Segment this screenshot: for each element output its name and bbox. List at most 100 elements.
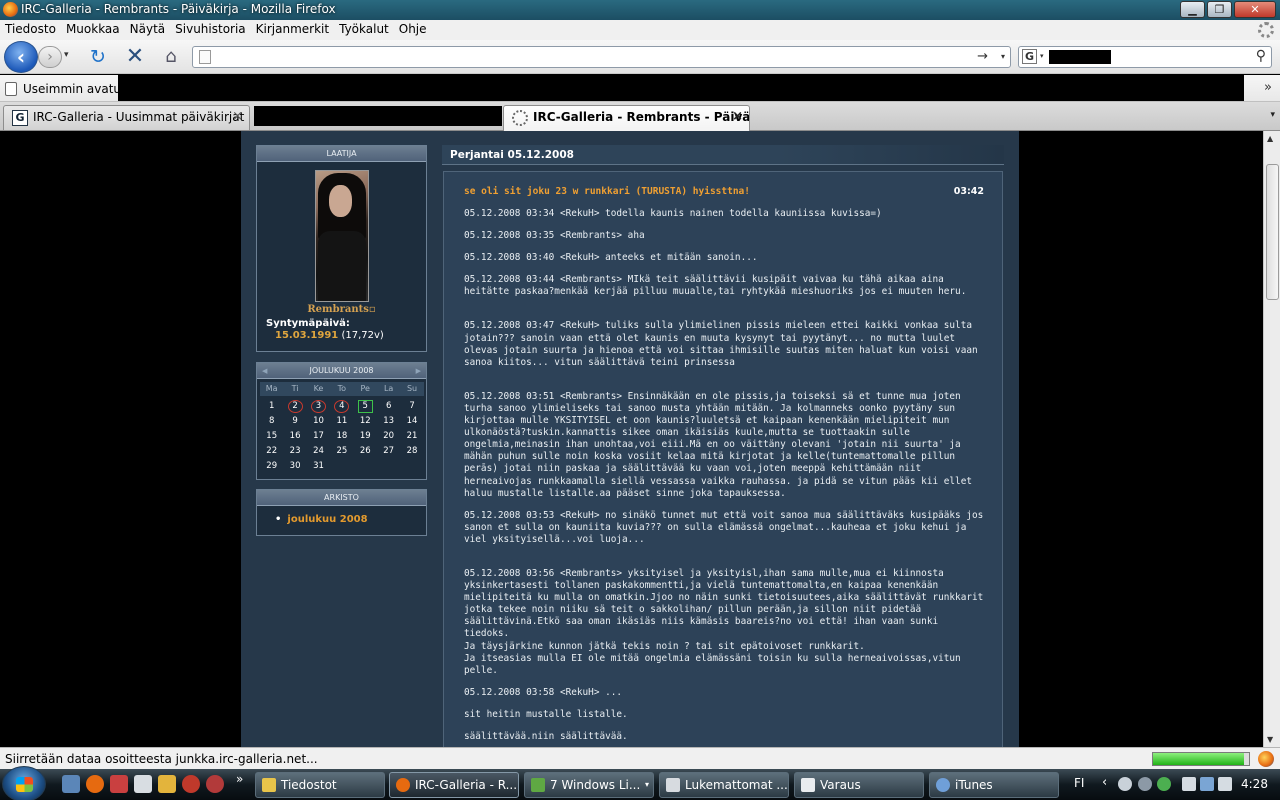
calendar-day[interactable]: 3 xyxy=(307,399,330,414)
calendar-day[interactable]: 21 xyxy=(400,429,423,444)
app-quicklaunch-icon[interactable] xyxy=(110,775,128,793)
taskbar-item-windows-live[interactable]: 7 Windows Li... ▾ xyxy=(524,772,654,798)
calendar-day[interactable]: 24 xyxy=(307,444,330,459)
calendar-day[interactable]: 17 xyxy=(307,429,330,444)
birthday-label: Syntymäpäivä: xyxy=(266,318,350,329)
stop-icon[interactable]: ✕ xyxy=(123,45,147,69)
calendar-day[interactable]: 19 xyxy=(354,429,377,444)
volume-icon[interactable] xyxy=(1218,777,1232,791)
go-arrow-icon[interactable]: → xyxy=(977,49,988,64)
bookmark-most-visited[interactable]: Useimmin avatut xyxy=(23,82,126,96)
vertical-scrollbar[interactable]: ▲ ▼ xyxy=(1263,131,1280,747)
calendar-day[interactable]: 9 xyxy=(283,414,306,429)
home-icon[interactable]: ⌂ xyxy=(159,45,183,69)
start-button[interactable] xyxy=(2,766,46,800)
tray-app-icon[interactable] xyxy=(1118,777,1132,791)
back-button[interactable]: ‹ xyxy=(4,41,38,73)
quicklaunch-overflow-icon[interactable]: » xyxy=(236,772,243,786)
url-bar[interactable]: → ▾ xyxy=(192,46,1011,68)
close-window-button[interactable]: ✕ xyxy=(1234,1,1276,18)
power-icon[interactable] xyxy=(1182,777,1196,791)
tool-quicklaunch-icon[interactable] xyxy=(158,775,176,793)
menu-edit[interactable]: Muokkaa xyxy=(61,20,125,36)
firefox-status-icon[interactable] xyxy=(1258,751,1274,767)
calendar-day[interactable]: 6 xyxy=(377,399,400,414)
show-hidden-icons-icon[interactable]: ‹ xyxy=(1102,775,1107,790)
minimize-button[interactable]: ▁ xyxy=(1180,1,1205,18)
scroll-up-icon[interactable]: ▲ xyxy=(1267,134,1273,143)
calendar-day[interactable]: 23 xyxy=(283,444,306,459)
firefox-quicklaunch-icon[interactable] xyxy=(86,775,104,793)
calendar-day[interactable]: 4 xyxy=(330,399,353,414)
calendar-day[interactable]: 22 xyxy=(260,444,283,459)
tab-rembrants-paivakirja[interactable]: IRC-Galleria - Rembrants - Päiväk... × xyxy=(503,105,750,131)
network-icon[interactable] xyxy=(1200,777,1214,791)
menu-view[interactable]: Näytä xyxy=(125,20,171,36)
firefox-icon[interactable] xyxy=(3,2,18,17)
calendar-day[interactable]: 18 xyxy=(330,429,353,444)
tab-list-icon[interactable]: ▾ xyxy=(1270,110,1275,120)
search-engine-dropdown-icon[interactable]: ▾ xyxy=(1040,52,1044,60)
bookmarks-overflow-icon[interactable]: » xyxy=(1264,80,1272,95)
show-desktop-icon[interactable] xyxy=(62,775,80,793)
calendar-day[interactable]: 26 xyxy=(354,444,377,459)
calendar-day[interactable]: 16 xyxy=(283,429,306,444)
archive-link[interactable]: joulukuu 2008 xyxy=(275,514,367,525)
calendar-day[interactable]: 10 xyxy=(307,414,330,429)
next-month-icon[interactable]: ▶ xyxy=(416,363,421,379)
menu-file[interactable]: Tiedosto xyxy=(0,20,61,36)
calendar-day[interactable]: 13 xyxy=(377,414,400,429)
username-link[interactable]: Rembrants▫ xyxy=(257,304,426,315)
clock[interactable]: 4:28 xyxy=(1241,777,1268,791)
calendar-day[interactable]: 27 xyxy=(377,444,400,459)
calendar-day[interactable]: 5 xyxy=(354,399,377,414)
calendar-day[interactable]: 15 xyxy=(260,429,283,444)
taskbar-item-firefox[interactable]: IRC-Galleria - R... xyxy=(389,772,519,798)
calendar-day[interactable]: 29 xyxy=(260,459,283,474)
messenger-tray-icon[interactable] xyxy=(1157,777,1171,791)
redacted-tab[interactable] xyxy=(254,106,502,126)
calendar-day[interactable]: 11 xyxy=(330,414,353,429)
calendar-day[interactable]: 25 xyxy=(330,444,353,459)
calendar-day[interactable]: 28 xyxy=(400,444,423,459)
search-bar[interactable]: G ▾ ⚲ xyxy=(1018,46,1272,68)
calendar-day[interactable]: 2 xyxy=(283,399,306,414)
calendar-day[interactable]: 7 xyxy=(400,399,423,414)
calendar-day[interactable]: 1 xyxy=(260,399,283,414)
taskbar-item-itunes[interactable]: iTunes xyxy=(929,772,1059,798)
mail-quicklaunch-icon[interactable] xyxy=(134,775,152,793)
menu-history[interactable]: Sivuhistoria xyxy=(170,20,251,36)
menu-bookmarks[interactable]: Kirjanmerkit xyxy=(251,20,334,36)
google-icon[interactable]: G xyxy=(1022,49,1037,64)
messenger-icon xyxy=(531,778,545,792)
taskbar-item-tiedostot[interactable]: Tiedostot xyxy=(255,772,385,798)
scrollbar-thumb[interactable] xyxy=(1266,164,1279,300)
search-icon[interactable]: ⚲ xyxy=(1256,48,1266,64)
calendar-day[interactable]: 31 xyxy=(307,459,330,474)
url-dropdown-icon[interactable]: ▾ xyxy=(1001,52,1005,61)
tab-uusimmat-paivakirjat[interactable]: G IRC-Galleria - Uusimmat päiväkirjat × xyxy=(3,105,250,130)
taskbar-item-varaus[interactable]: Varaus xyxy=(794,772,924,798)
history-dropdown-icon[interactable]: ▾ xyxy=(64,50,69,60)
maximize-button[interactable]: ❐ xyxy=(1207,1,1232,18)
tab-close-icon[interactable]: × xyxy=(232,109,243,124)
tab-close-icon[interactable]: × xyxy=(732,109,743,124)
group-dropdown-icon[interactable]: ▾ xyxy=(645,780,649,789)
opera-quicklaunch-icon[interactable] xyxy=(206,775,224,793)
media-quicklaunch-icon[interactable] xyxy=(182,775,200,793)
reload-icon[interactable]: ↻ xyxy=(86,45,110,69)
forward-button[interactable]: › xyxy=(38,46,62,68)
calendar-day[interactable]: 14 xyxy=(400,414,423,429)
menu-help[interactable]: Ohje xyxy=(394,20,432,36)
profile-photo[interactable] xyxy=(315,170,369,302)
prev-month-icon[interactable]: ◀ xyxy=(262,363,267,379)
language-indicator[interactable]: FI xyxy=(1074,776,1084,790)
calendar-day[interactable]: 8 xyxy=(260,414,283,429)
scroll-down-icon[interactable]: ▼ xyxy=(1267,735,1273,744)
calendar-day[interactable]: 20 xyxy=(377,429,400,444)
calendar-day[interactable]: 12 xyxy=(354,414,377,429)
menu-tools[interactable]: Työkalut xyxy=(334,20,394,36)
calendar-day[interactable]: 30 xyxy=(283,459,306,474)
taskbar-item-mail[interactable]: Lukemattomat ... xyxy=(659,772,789,798)
tray-sync-icon[interactable] xyxy=(1138,777,1152,791)
